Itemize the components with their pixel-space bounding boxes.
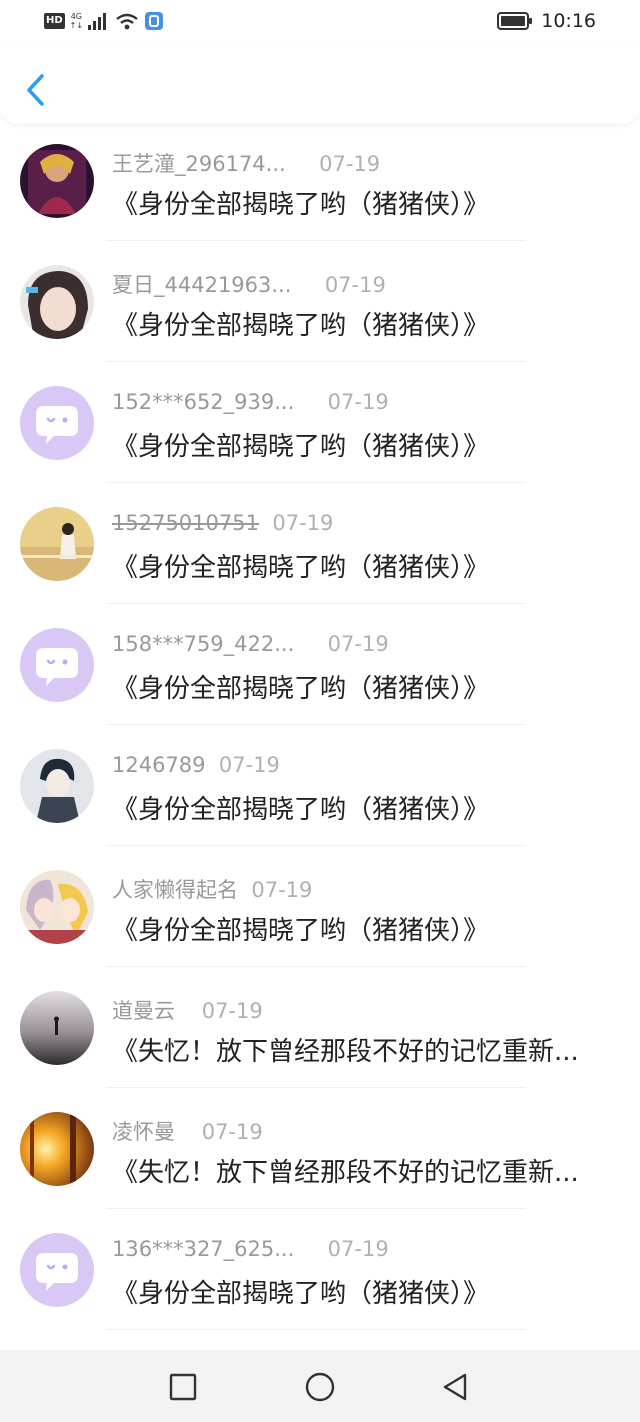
list-item[interactable]: 人家懒得起名 07-19 《身份全部揭晓了哟（猪猪侠）》: [0, 856, 640, 977]
status-time: 10:16: [541, 10, 596, 32]
avatar-photo-icon: [20, 749, 94, 823]
message-meta: 凌怀曼 07-19: [112, 1116, 263, 1146]
default-chat-bubble-icon: [20, 1233, 94, 1307]
list-item[interactable]: 15275010751 07-19 《身份全部揭晓了哟（猪猪侠）》: [0, 493, 640, 614]
message-meta: 136***327_625... 07-19: [112, 1237, 389, 1261]
message-date: 07-19: [272, 511, 334, 535]
divider: [106, 1208, 526, 1209]
avatar[interactable]: [20, 265, 94, 339]
message-date: 07-19: [218, 753, 280, 777]
list-item[interactable]: 夏日_44421963... 07-19 《身份全部揭晓了哟（猪猪侠）》: [0, 251, 640, 372]
signal-icon: [88, 13, 107, 30]
username: 凌怀曼: [112, 1120, 175, 1144]
divider: [106, 603, 526, 604]
chevron-left-icon[interactable]: [22, 72, 48, 108]
avatar[interactable]: [20, 1233, 94, 1307]
username: 136***327_625...: [112, 1237, 295, 1261]
divider: [106, 361, 526, 362]
avatar-photo-icon: [20, 1112, 94, 1186]
network-type: 4G ↑↓: [70, 12, 83, 30]
username: 158***759_422...: [112, 632, 295, 656]
list-item[interactable]: 凌怀曼 07-19 《失忆！放下曾经那段不好的记忆重新...: [0, 1098, 640, 1219]
message-meta: 152***652_939... 07-19: [112, 390, 389, 414]
avatar-photo-icon: [20, 870, 94, 944]
username: 人家懒得起名: [112, 878, 238, 902]
message-title: 《身份全部揭晓了哟（猪猪侠）》: [112, 916, 490, 946]
divider: [106, 1329, 526, 1330]
username: 1246789: [112, 753, 206, 777]
header: [0, 44, 640, 124]
avatar[interactable]: [20, 749, 94, 823]
username: 152***652_939...: [112, 390, 295, 414]
divider: [106, 724, 526, 725]
divider: [106, 845, 526, 846]
username: 王艺潼_296174...: [112, 152, 286, 176]
message-title: 《身份全部揭晓了哟（猪猪侠）》: [112, 190, 490, 220]
default-chat-bubble-icon: [20, 386, 94, 460]
message-title: 《身份全部揭晓了哟（猪猪侠）》: [112, 795, 490, 825]
avatar[interactable]: [20, 991, 94, 1065]
wifi-icon: [116, 13, 138, 30]
status-left: HD 4G ↑↓: [44, 11, 164, 31]
divider: [106, 240, 526, 241]
circle-home-icon[interactable]: [303, 1370, 337, 1404]
message-date: 07-19: [319, 152, 381, 176]
message-title: 《失忆！放下曾经那段不好的记忆重新...: [112, 1037, 579, 1067]
avatar[interactable]: [20, 1112, 94, 1186]
username: 夏日_44421963...: [112, 273, 292, 297]
list-item[interactable]: 152***652_939... 07-19 《身份全部揭晓了哟（猪猪侠）》: [0, 372, 640, 493]
message-date: 07-19: [201, 999, 263, 1023]
battery-icon: [497, 12, 533, 30]
avatar-photo-icon: [20, 991, 94, 1065]
message-title: 《身份全部揭晓了哟（猪猪侠）》: [112, 674, 490, 704]
square-recents-icon[interactable]: [166, 1370, 200, 1404]
network-activity: ↑↓: [69, 21, 84, 30]
message-meta: 夏日_44421963... 07-19: [112, 269, 386, 299]
message-meta: 158***759_422... 07-19: [112, 632, 389, 656]
app-notification-icon: [145, 12, 164, 30]
message-meta: 王艺潼_296174... 07-19: [112, 148, 380, 178]
avatar-photo-icon: [20, 507, 94, 581]
message-date: 07-19: [327, 1237, 389, 1261]
message-title: 《身份全部揭晓了哟（猪猪侠）》: [112, 311, 490, 341]
avatar[interactable]: [20, 144, 94, 218]
message-title: 《身份全部揭晓了哟（猪猪侠）》: [112, 1279, 490, 1309]
list-item[interactable]: 王艺潼_296174... 07-19 《身份全部揭晓了哟（猪猪侠）》: [0, 130, 640, 251]
avatar-photo-icon: [20, 144, 94, 218]
status-bar: HD 4G ↑↓ 10:16: [0, 0, 640, 44]
message-meta: 道曼云 07-19: [112, 995, 263, 1025]
message-title: 《身份全部揭晓了哟（猪猪侠）》: [112, 432, 490, 462]
list-item[interactable]: 道曼云 07-19 《失忆！放下曾经那段不好的记忆重新...: [0, 977, 640, 1098]
list-item[interactable]: 136***327_625... 07-19 《身份全部揭晓了哟（猪猪侠）》: [0, 1219, 640, 1340]
divider: [106, 1087, 526, 1088]
list-item[interactable]: 1246789 07-19 《身份全部揭晓了哟（猪猪侠）》: [0, 735, 640, 856]
avatar-photo-icon: [20, 265, 94, 339]
message-meta: 人家懒得起名 07-19: [112, 874, 312, 904]
message-list: 王艺潼_296174... 07-19 《身份全部揭晓了哟（猪猪侠）》 夏日_4…: [0, 130, 640, 1340]
avatar[interactable]: [20, 628, 94, 702]
message-title: 《失忆！放下曾经那段不好的记忆重新...: [112, 1158, 579, 1188]
avatar[interactable]: [20, 386, 94, 460]
list-item[interactable]: 158***759_422... 07-19 《身份全部揭晓了哟（猪猪侠）》: [0, 614, 640, 735]
divider: [106, 966, 526, 967]
avatar[interactable]: [20, 507, 94, 581]
status-right: 10:16: [497, 10, 596, 32]
default-chat-bubble-icon: [20, 628, 94, 702]
message-date: 07-19: [324, 273, 386, 297]
username: 15275010751: [112, 511, 259, 535]
hd-badge: HD: [44, 13, 65, 29]
triangle-back-icon[interactable]: [438, 1370, 472, 1404]
message-meta: 15275010751 07-19: [112, 511, 333, 535]
message-date: 07-19: [327, 632, 389, 656]
avatar[interactable]: [20, 870, 94, 944]
system-nav-bar: [0, 1350, 640, 1422]
message-title: 《身份全部揭晓了哟（猪猪侠）》: [112, 553, 490, 583]
message-date: 07-19: [251, 878, 313, 902]
message-date: 07-19: [327, 390, 389, 414]
username: 道曼云: [112, 999, 175, 1023]
message-date: 07-19: [201, 1120, 263, 1144]
divider: [106, 482, 526, 483]
network-type-label: 4G: [70, 12, 83, 21]
message-meta: 1246789 07-19: [112, 753, 280, 777]
